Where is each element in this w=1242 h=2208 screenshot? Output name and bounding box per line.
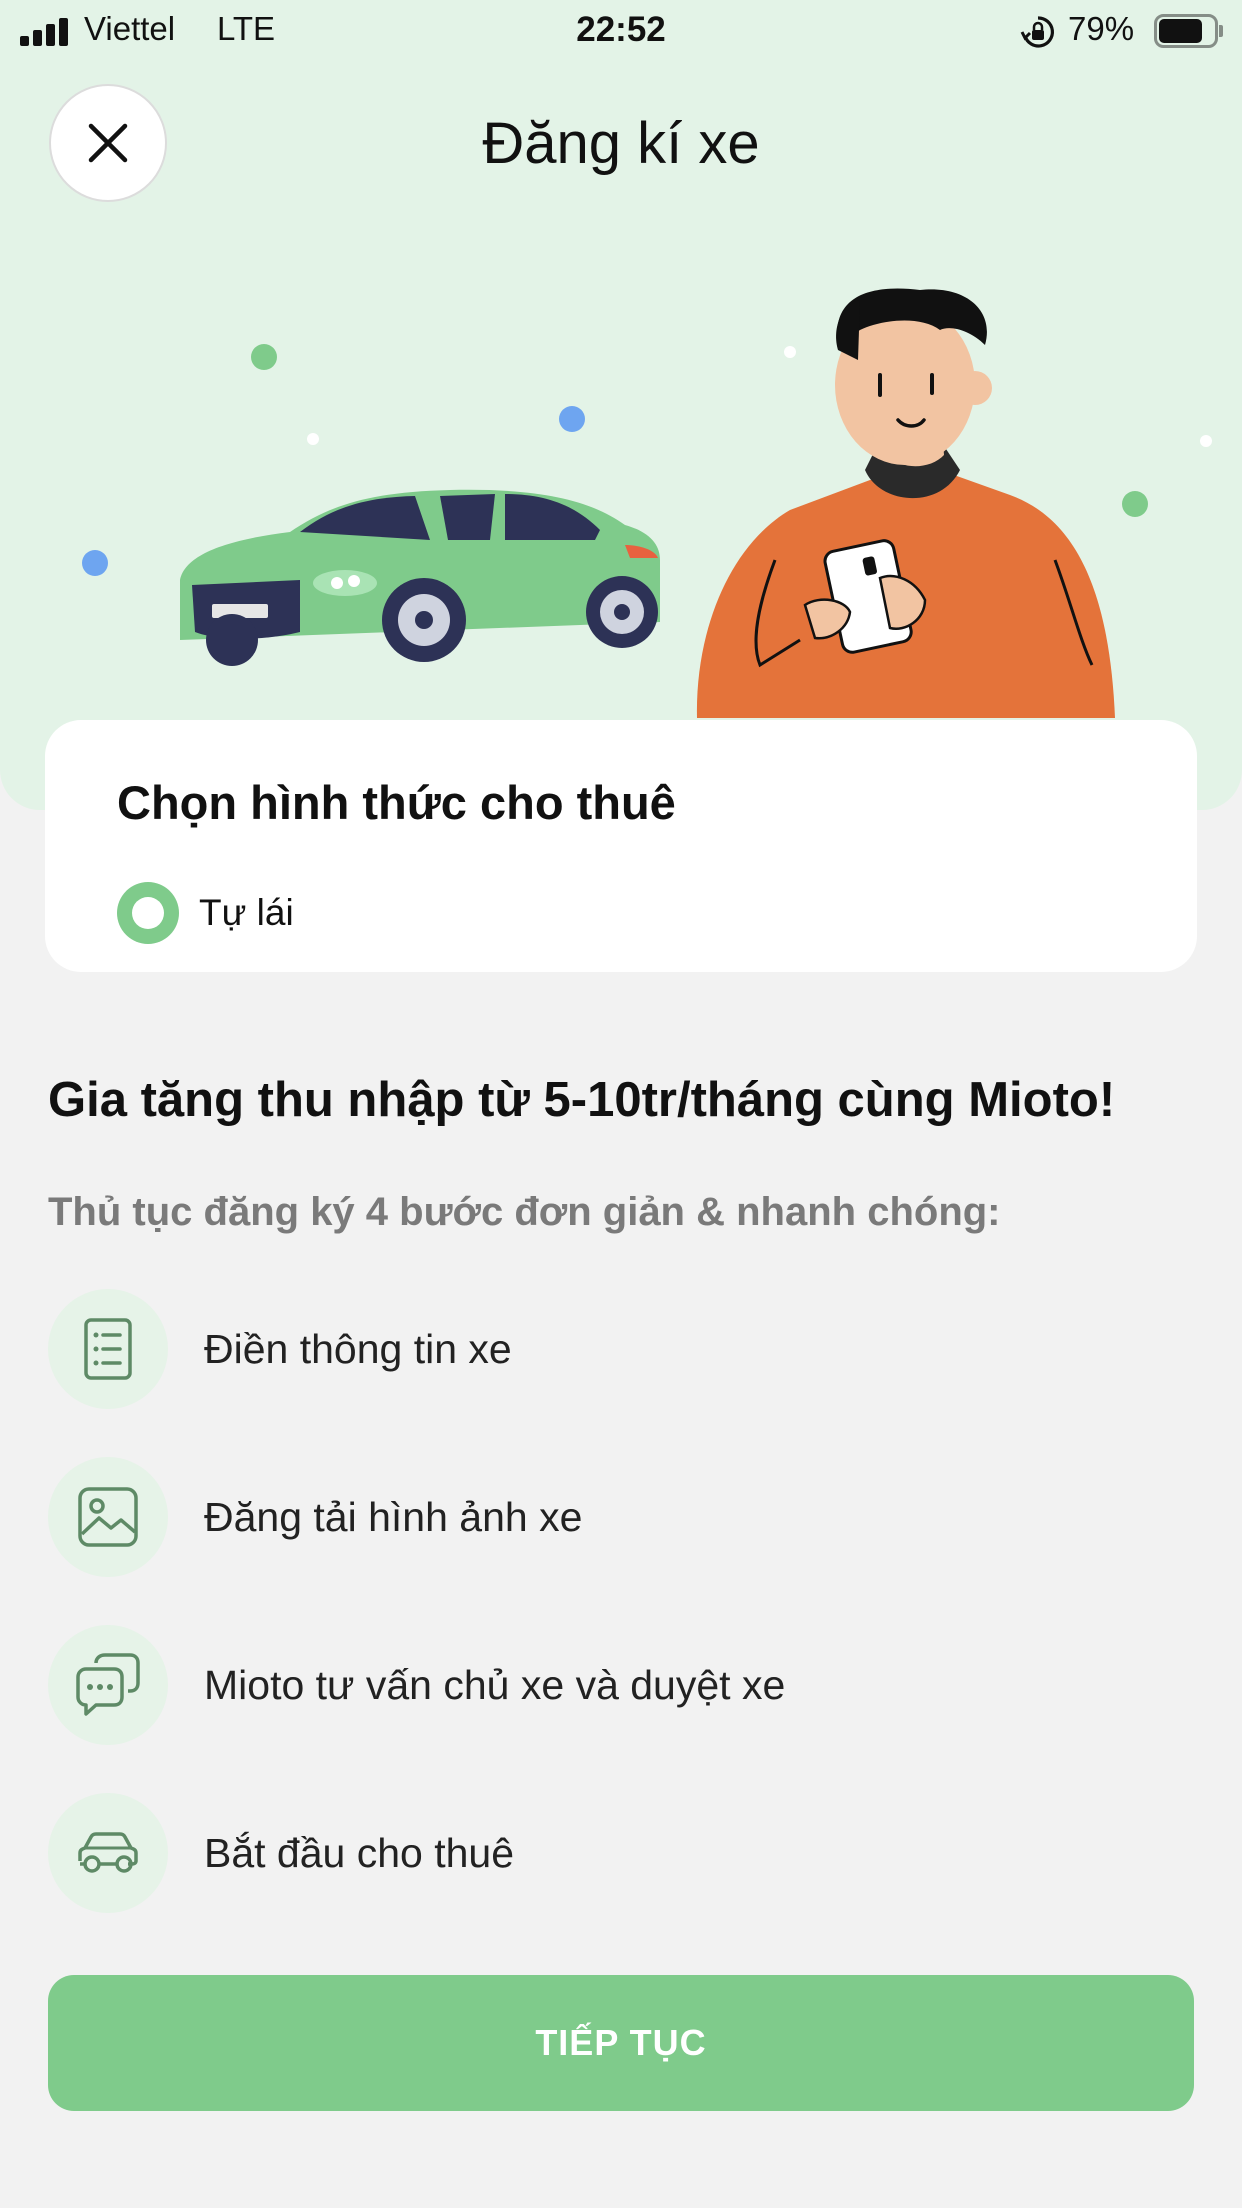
steps-subtitle: Thủ tục đăng ký 4 bước đơn giản & nhanh … (48, 1190, 1001, 1234)
page-title: Đăng kí xe (482, 111, 760, 176)
step-item-start-renting: Bắt đầu cho thuê (48, 1792, 514, 1914)
decor-dot (559, 406, 585, 432)
battery-percentage: 79% (1068, 10, 1135, 47)
chat-bubbles-icon (76, 1653, 140, 1716)
decor-dot (251, 344, 277, 370)
decor-dot (307, 433, 319, 445)
step-icon-circle (48, 1457, 168, 1577)
car-illustration (180, 489, 660, 666)
decor-dot (1122, 491, 1148, 517)
income-promo-title: Gia tăng thu nhập từ 5-10tr/tháng cùng M… (48, 1073, 1116, 1127)
decor-dot (82, 550, 108, 576)
step-label: Mioto tư vấn chủ xe và duyệt xe (204, 1661, 786, 1708)
step-item-consult-approve: Mioto tư vấn chủ xe và duyệt xe (48, 1624, 785, 1746)
step-label: Điền thông tin xe (204, 1325, 512, 1372)
step-label: Bắt đầu cho thuê (204, 1829, 515, 1876)
radio-selected-icon[interactable] (117, 882, 179, 944)
car-icon (78, 1832, 138, 1873)
document-list-icon (84, 1318, 132, 1380)
register-car-screen: Viettel LTE 22:52 79% Đăng kí xe Chọn hì… (0, 0, 1242, 2208)
step-icon-circle (48, 1289, 168, 1409)
rental-type-card: Chọn hình thức cho thuê Tự lái (45, 720, 1197, 972)
continue-button-label: TIẾP TỤC (535, 2022, 707, 2063)
battery-icon (1154, 14, 1223, 48)
rental-type-title: Chọn hình thức cho thuê (117, 776, 676, 829)
status-bar: Viettel LTE 22:52 79% (0, 0, 1242, 62)
continue-button[interactable]: TIẾP TỤC (48, 1975, 1194, 2111)
rotation-lock-icon (1020, 16, 1054, 48)
step-icon-circle (48, 1793, 168, 1913)
step-item-car-info: Điền thông tin xe (48, 1288, 512, 1410)
radio-option-self-drive[interactable]: Tự lái (117, 882, 294, 944)
decor-dot (1200, 435, 1212, 447)
decor-dot (784, 346, 796, 358)
step-item-upload-photos: Đăng tải hình ảnh xe (48, 1456, 582, 1578)
step-label: Đăng tải hình ảnh xe (204, 1493, 583, 1540)
radio-option-label: Tự lái (199, 892, 294, 933)
person-illustration (696, 288, 1115, 718)
step-icon-circle (48, 1625, 168, 1745)
hero-illustration (82, 288, 1212, 718)
image-icon (78, 1487, 138, 1547)
